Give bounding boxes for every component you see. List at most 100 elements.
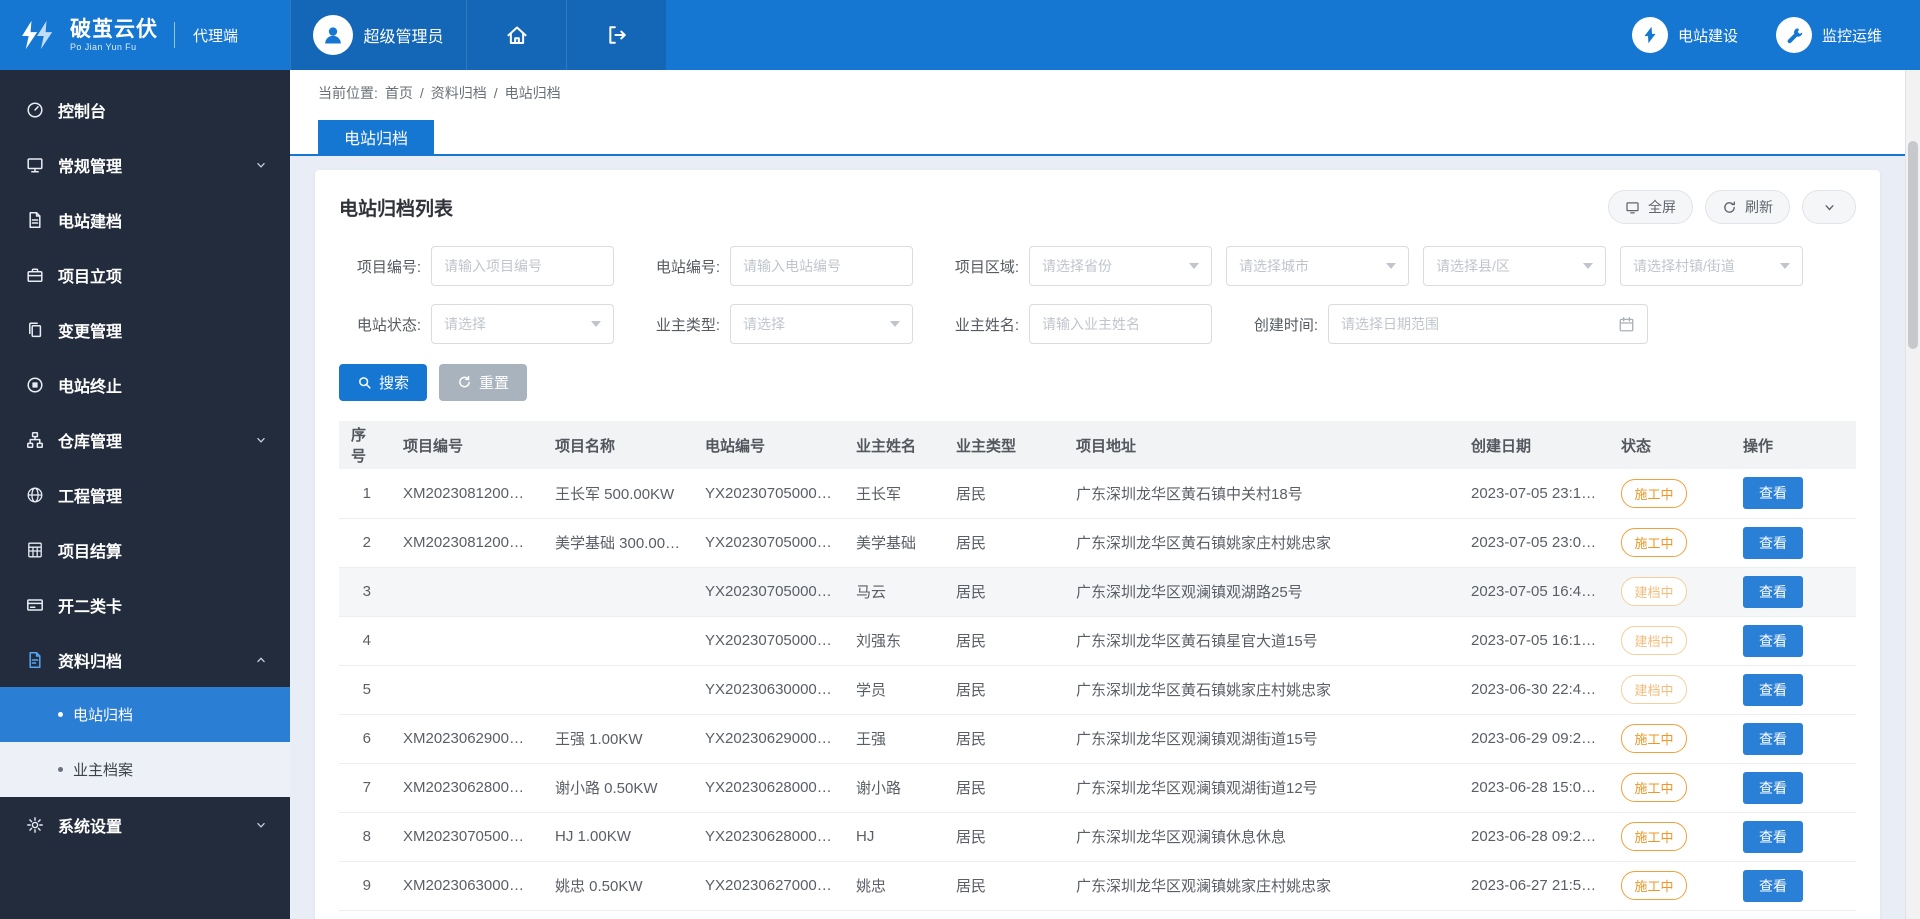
date-range-input[interactable]: 请选择日期范围 <box>1328 304 1648 344</box>
scrollbar-thumb[interactable] <box>1908 141 1918 349</box>
table-row: 1 XM2023081200008 王长军 500.00KW YX2023070… <box>339 469 1856 518</box>
logo[interactable]: 破茧云伏 Po Jian Yun Fu 代理端 <box>0 0 290 70</box>
person-icon <box>322 24 344 46</box>
view-button[interactable]: 查看 <box>1743 527 1803 559</box>
top-header: 破茧云伏 Po Jian Yun Fu 代理端 超级管理员 电站建设 <box>0 0 1920 70</box>
table-row: 7 XM2023062800004 谢小路 0.50KW YX202306280… <box>339 763 1856 812</box>
county-select[interactable]: 请选择县/区 <box>1423 246 1606 286</box>
station-status-select[interactable]: 请选择 <box>431 304 614 344</box>
caret-down-icon <box>890 321 900 327</box>
table-row: 3 YX2023070500011 马云 居民 广东深圳龙华区观澜镇观湖路25号… <box>339 567 1856 616</box>
sidebar-item-station-termination[interactable]: 电站终止 <box>0 357 290 412</box>
city-select[interactable]: 请选择城市 <box>1226 246 1409 286</box>
sidebar-item-project-initiation[interactable]: 项目立项 <box>0 247 290 302</box>
warehouse-icon <box>26 431 44 449</box>
view-button[interactable]: 查看 <box>1743 625 1803 657</box>
chevron-down-icon <box>254 818 268 832</box>
view-button[interactable]: 查看 <box>1743 772 1803 804</box>
page-scrollbar[interactable] <box>1905 70 1920 919</box>
tab-station-archive[interactable]: 电站归档 <box>318 120 434 154</box>
user-menu[interactable]: 超级管理员 <box>290 0 466 70</box>
caret-down-icon <box>1583 263 1593 269</box>
view-button[interactable]: 查看 <box>1743 576 1803 608</box>
view-button[interactable]: 查看 <box>1743 821 1803 853</box>
view-button[interactable]: 查看 <box>1743 723 1803 755</box>
sidebar-item-system-settings[interactable]: 系统设置 <box>0 797 290 852</box>
project-no-input[interactable] <box>431 246 614 286</box>
table-row: 9 XM2023063000006 姚忠 0.50KW YX2023062700… <box>339 861 1856 910</box>
fullscreen-icon <box>1625 200 1640 215</box>
station-status-label: 电站状态: <box>339 314 431 335</box>
caret-down-icon <box>591 321 601 327</box>
fullscreen-button[interactable]: 全屏 <box>1608 190 1693 224</box>
chevron-down-icon <box>254 433 268 447</box>
owner-name-input[interactable] <box>1029 304 1212 344</box>
table-row: 6 XM2023062900005 王强 1.00KW YX2023062900… <box>339 714 1856 763</box>
avatar <box>313 15 353 55</box>
nav-station-build[interactable]: 电站建设 <box>1632 0 1738 70</box>
chevron-up-icon <box>254 653 268 667</box>
sidebar-item-project-settlement[interactable]: 项目结算 <box>0 522 290 577</box>
file-icon <box>26 211 44 229</box>
calendar-icon <box>1618 316 1635 333</box>
home-button[interactable] <box>466 0 566 70</box>
caret-down-icon <box>1780 263 1790 269</box>
view-button[interactable]: 查看 <box>1743 674 1803 706</box>
user-name: 超级管理员 <box>363 23 443 47</box>
sidebar-subitem-station-archive[interactable]: 电站归档 <box>0 687 290 742</box>
breadcrumb-separator: / <box>420 85 424 101</box>
chevron-down-icon <box>1822 200 1837 215</box>
archive-icon <box>26 651 44 669</box>
view-button[interactable]: 查看 <box>1743 870 1803 902</box>
tab-bar: 电站归档 <box>290 116 1905 156</box>
caret-down-icon <box>1189 263 1199 269</box>
sidebar-item-class2-card[interactable]: 开二类卡 <box>0 577 290 632</box>
lightning-icon <box>1640 25 1660 45</box>
sidebar-item-engineering-mgmt[interactable]: 工程管理 <box>0 467 290 522</box>
wrench-icon <box>1784 26 1803 45</box>
search-button[interactable]: 搜索 <box>339 364 427 401</box>
bullet-icon <box>58 767 63 772</box>
reset-icon <box>457 375 472 390</box>
region-label: 项目区域: <box>937 256 1029 277</box>
status-badge: 建档中 <box>1621 626 1687 655</box>
table-body: 1 XM2023081200008 王长军 500.00KW YX2023070… <box>339 469 1856 919</box>
briefcase-icon <box>26 266 44 284</box>
owner-type-select[interactable]: 请选择 <box>730 304 913 344</box>
logo-tag: 代理端 <box>193 25 238 46</box>
sidebar-item-warehouse-mgmt[interactable]: 仓库管理 <box>0 412 290 467</box>
home-icon <box>505 23 529 47</box>
sidebar: 控制台 常规管理 电站建档 项目立项 变更管理 电站终止 仓库管理 工程管理 项… <box>0 70 290 919</box>
reset-button[interactable]: 重置 <box>439 364 527 401</box>
status-badge: 施工中 <box>1621 822 1687 851</box>
logo-icon <box>18 19 60 51</box>
station-no-input[interactable] <box>730 246 913 286</box>
sidebar-item-general-mgmt[interactable]: 常规管理 <box>0 137 290 192</box>
breadcrumb-separator: / <box>494 85 498 101</box>
logout-button[interactable] <box>566 0 666 70</box>
province-select[interactable]: 请选择省份 <box>1029 246 1212 286</box>
logout-icon <box>605 23 629 47</box>
nav-monitor-ops[interactable]: 监控运维 <box>1776 0 1882 70</box>
breadcrumb-archive[interactable]: 资料归档 <box>431 83 487 103</box>
sidebar-item-change-mgmt[interactable]: 变更管理 <box>0 302 290 357</box>
sidebar-item-data-archive[interactable]: 资料归档 <box>0 632 290 687</box>
status-badge: 建档中 <box>1621 577 1687 606</box>
globe-icon <box>26 486 44 504</box>
town-select[interactable]: 请选择村镇/街道 <box>1620 246 1803 286</box>
table-row: 5 YX2023063000009 学员 居民 广东深圳龙华区黄石镇姚家庄村姚忠… <box>339 665 1856 714</box>
nav-station-build-label: 电站建设 <box>1678 25 1738 46</box>
gear-icon <box>26 816 44 834</box>
refresh-button[interactable]: 刷新 <box>1705 190 1790 224</box>
breadcrumb-home[interactable]: 首页 <box>385 83 413 103</box>
collapse-button[interactable] <box>1802 190 1856 224</box>
sidebar-item-dashboard[interactable]: 控制台 <box>0 82 290 137</box>
archive-table: 序号 项目编号 项目名称 电站编号 业主姓名 业主类型 项目地址 创建日期 状态… <box>339 421 1856 919</box>
sidebar-item-station-filing[interactable]: 电站建档 <box>0 192 290 247</box>
table-header-row: 序号 项目编号 项目名称 电站编号 业主姓名 业主类型 项目地址 创建日期 状态… <box>339 421 1856 469</box>
status-badge: 施工中 <box>1621 871 1687 900</box>
sidebar-subitem-owner-files[interactable]: 业主档案 <box>0 742 290 797</box>
status-badge: 施工中 <box>1621 724 1687 753</box>
view-button[interactable]: 查看 <box>1743 477 1803 509</box>
stop-icon <box>26 376 44 394</box>
